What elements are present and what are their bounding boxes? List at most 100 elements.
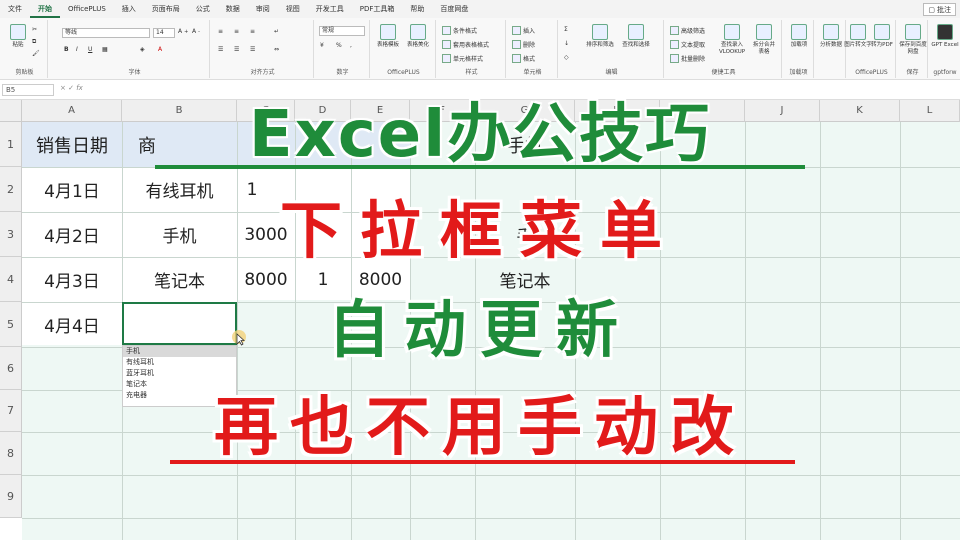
borders-icon[interactable]: ▦ (102, 46, 108, 53)
comments-button[interactable]: ▢ 批注 (923, 3, 956, 16)
header-sales-date[interactable]: 销售日期 (22, 122, 122, 167)
delete-cells-button[interactable]: 删除 (512, 40, 535, 49)
shrink-font-icon[interactable]: A- (192, 28, 200, 35)
comma-icon[interactable]: , (350, 42, 352, 49)
currency-icon[interactable]: ¥ (320, 42, 324, 49)
cell-date-2[interactable]: 4月2日 (22, 212, 122, 257)
vlookup-icon (724, 24, 740, 40)
tab-page-layout[interactable]: 页面布局 (144, 0, 188, 18)
table-template-button[interactable]: 表格模板 (374, 24, 402, 49)
row-header-2[interactable]: 2 (0, 167, 22, 212)
clear-icon[interactable]: ◇ (564, 54, 569, 61)
analyze-data-icon (823, 24, 839, 40)
find-select-icon (628, 24, 644, 40)
align-bottom-icon[interactable]: ≡ (250, 28, 255, 35)
cell-date-1[interactable]: 4月1日 (22, 167, 122, 212)
font-name-select[interactable]: 等线 (62, 28, 150, 38)
row-header-3[interactable]: 3 (0, 212, 22, 257)
paste-button[interactable]: 粘贴 (4, 24, 32, 49)
gpt-group-label: gptforw (933, 69, 957, 76)
tab-formulas[interactable]: 公式 (188, 0, 218, 18)
gpt-excel-button[interactable]: GPT Excel (931, 24, 959, 49)
percent-icon[interactable]: % (336, 42, 342, 49)
cell-product-3[interactable]: 笔记本 (122, 257, 237, 302)
cell-product-1[interactable]: 有线耳机 (122, 167, 237, 212)
row-header-8[interactable]: 8 (0, 432, 22, 475)
copy-icon[interactable]: ⧉ (32, 38, 36, 46)
tab-developer[interactable]: 开发工具 (308, 0, 352, 18)
format-cells-button[interactable]: 格式 (512, 54, 535, 63)
font-size-select[interactable]: 14 (153, 28, 175, 38)
align-center-icon[interactable]: ☰ (234, 46, 239, 53)
cell-date-4[interactable]: 4月4日 (22, 302, 122, 347)
table-beautify-button[interactable]: 表格美化 (404, 24, 432, 49)
column-header-a[interactable]: A (22, 100, 122, 122)
find-select-button[interactable]: 查找和选择 (622, 24, 650, 49)
function-icon[interactable]: × ✓ fx (60, 84, 83, 92)
vlookup-button[interactable]: 查找录入 VLOOKUP (718, 24, 746, 56)
row-header-4[interactable]: 4 (0, 257, 22, 302)
fill-color-icon[interactable]: ◈ (140, 46, 145, 53)
bold-icon[interactable]: B (64, 46, 69, 53)
active-cell-b5[interactable] (122, 302, 237, 345)
row-header-1[interactable]: 1 (0, 122, 22, 167)
dropdown-item-bluetooth-earphones[interactable]: 蓝牙耳机 (126, 368, 154, 378)
cell-styles-button[interactable]: 单元格样式 (442, 54, 483, 63)
tab-data[interactable]: 数据 (218, 0, 248, 18)
grow-font-icon[interactable]: A + (178, 28, 188, 35)
column-header-k[interactable]: K (820, 100, 900, 122)
dropdown-item-laptop[interactable]: 笔记本 (126, 379, 147, 389)
tab-baidu-netdisk[interactable]: 百度网盘 (432, 0, 476, 18)
sort-filter-button[interactable]: 排序和筛选 (586, 24, 614, 49)
autosum-icon[interactable]: Σ (564, 26, 568, 33)
dropdown-item-charger[interactable]: 充电器 (126, 390, 147, 400)
format-painter-icon[interactable]: 🖌 (32, 50, 40, 57)
tab-officeplus[interactable]: OfficePLUS (60, 0, 114, 18)
conditional-format-button[interactable]: 条件格式 (442, 26, 477, 35)
batch-delete-button[interactable]: 批量删除 (670, 54, 705, 63)
split-merge-button[interactable]: 拆分合并 表格 (750, 24, 778, 56)
row-header-5[interactable]: 5 (0, 302, 22, 347)
wrap-text-icon[interactable]: ↵ (274, 28, 279, 35)
tab-insert[interactable]: 插入 (114, 0, 144, 18)
insert-cells-button[interactable]: 插入 (512, 26, 535, 35)
underline-icon[interactable]: U (88, 46, 92, 53)
banner-auto-update: 自动更新 (327, 293, 632, 366)
tab-home[interactable]: 开始 (30, 0, 60, 18)
cell-product-2[interactable]: 手机 (122, 212, 237, 257)
banner-dropdown-menu: 下拉框菜单 (279, 194, 680, 267)
tab-file[interactable]: 文件 (0, 0, 30, 18)
format-as-table-button[interactable]: 套用表格格式 (442, 40, 489, 49)
align-right-icon[interactable]: ☰ (250, 46, 255, 53)
tab-view[interactable]: 视图 (278, 0, 308, 18)
analyze-data-button[interactable]: 分析数据 (817, 24, 845, 49)
italic-icon[interactable]: I (76, 46, 78, 53)
align-middle-icon[interactable]: ≡ (234, 28, 239, 35)
number-format-select[interactable]: 常规 (319, 26, 365, 36)
merge-center-icon[interactable]: ⇔ (274, 46, 279, 53)
to-pdf-button[interactable]: 转为PDF (868, 24, 896, 49)
align-top-icon[interactable]: ≡ (218, 28, 223, 35)
row-header-7[interactable]: 7 (0, 390, 22, 432)
tab-pdf-tools[interactable]: PDF工具箱 (352, 0, 403, 18)
fill-icon[interactable]: ↓ (564, 40, 569, 47)
sort-filter-icon (592, 24, 608, 40)
row-header-9[interactable]: 9 (0, 475, 22, 518)
tab-review[interactable]: 审阅 (248, 0, 278, 18)
save-to-baidu-button[interactable]: 保存到百度网盘 (899, 24, 927, 56)
dropdown-item-phone[interactable]: 手机 (126, 346, 140, 356)
select-all-corner[interactable] (0, 100, 22, 122)
font-color-icon[interactable]: A (158, 46, 162, 53)
tab-help[interactable]: 帮助 (402, 0, 432, 18)
dropdown-item-wired-earphones[interactable]: 有线耳机 (126, 357, 154, 367)
text-extract-button[interactable]: 文本提取 (670, 40, 705, 49)
advanced-filter-button[interactable]: 高级筛选 (670, 26, 705, 35)
addins-button[interactable]: 加载项 (785, 24, 813, 49)
cut-icon[interactable]: ✂ (32, 26, 37, 33)
align-left-icon[interactable]: ☰ (218, 46, 223, 53)
column-header-l[interactable]: L (900, 100, 960, 122)
row-header-6[interactable]: 6 (0, 347, 22, 390)
font-group: 等线 14 A + A- B I U ▦ ◈ A 字体 (60, 20, 210, 78)
name-box[interactable]: B5 (2, 84, 54, 96)
cell-date-3[interactable]: 4月3日 (22, 257, 122, 302)
